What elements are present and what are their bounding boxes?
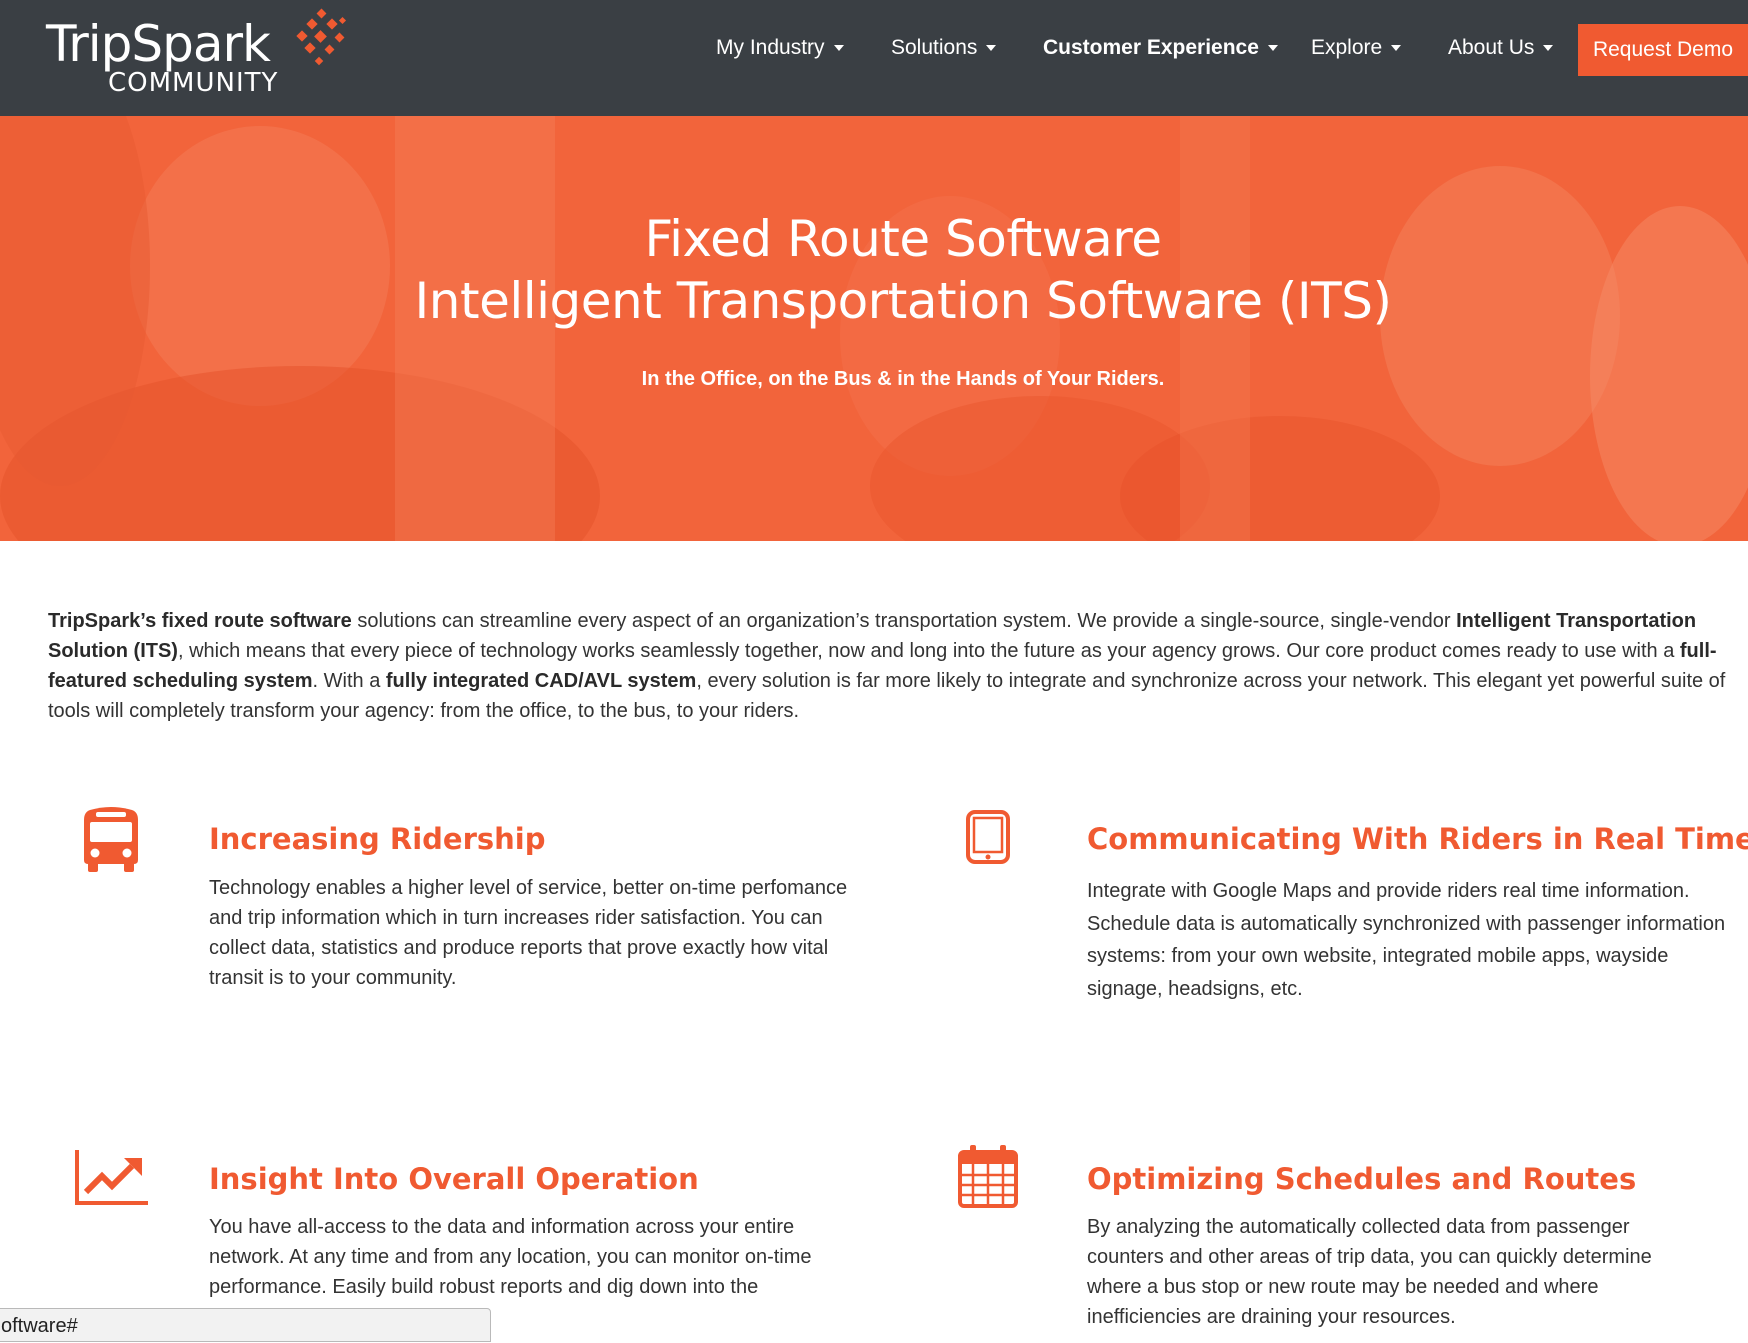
feature-body-communicating-with-riders: Integrate with Google Maps and provide r… bbox=[1087, 880, 1726, 1000]
nav-my-industry[interactable]: My Industry bbox=[716, 36, 844, 60]
feature-title-increasing-ridership: Increasing Ridership bbox=[209, 822, 546, 856]
logo-subtitle: COMMUNITY bbox=[108, 68, 279, 98]
top-navigation-bar: TripSpark COMMUNITY My Industry Solution… bbox=[0, 0, 1748, 116]
nav-solutions[interactable]: Solutions bbox=[891, 36, 997, 60]
hero-banner: Fixed Route Software Intelligent Transpo… bbox=[0, 116, 1748, 541]
caret-down-icon bbox=[833, 45, 844, 52]
nav-customer-experience-label: Customer Experience bbox=[1043, 36, 1259, 59]
link-status-bar: oftware# bbox=[0, 1308, 491, 1342]
intro-text-3: . With a bbox=[312, 670, 386, 692]
nav-solutions-label: Solutions bbox=[891, 36, 978, 59]
intro-bold-1: TripSpark’s fixed route software bbox=[48, 610, 352, 632]
spark-logo-icon bbox=[296, 8, 347, 66]
calendar-icon bbox=[958, 1145, 1018, 1208]
feature-title-insight-into-operation: Insight Into Overall Operation bbox=[209, 1162, 699, 1196]
tripspark-logo[interactable]: TripSpark COMMUNITY bbox=[46, 8, 347, 100]
logo-wordmark: TripSpark bbox=[46, 15, 271, 73]
hero-subtitle: In the Office, on the Bus & in the Hands… bbox=[641, 368, 1165, 390]
nav-my-industry-label: My Industry bbox=[716, 36, 825, 59]
caret-down-icon bbox=[1391, 45, 1402, 52]
intro-text-1: solutions can streamline every aspect of… bbox=[351, 610, 1457, 632]
feature-title-optimizing-schedules: Optimizing Schedules and Routes bbox=[1087, 1162, 1637, 1196]
bus-icon bbox=[84, 807, 138, 872]
intro-paragraph: TripSpark’s fixed route software solutio… bbox=[48, 606, 1738, 726]
feature-body-insight-into-operation: You have all-access to the data and info… bbox=[209, 1216, 812, 1298]
hero-title-line2: Intelligent Transportation Software (ITS… bbox=[414, 272, 1392, 330]
caret-down-icon bbox=[1267, 45, 1278, 52]
intro-bold-4: fully integrated CAD/AVL system bbox=[385, 670, 697, 692]
tablet-icon bbox=[966, 810, 1010, 864]
nav-customer-experience[interactable]: Customer Experience bbox=[1043, 36, 1278, 60]
feature-body-optimizing-schedules: By analyzing the automatically collected… bbox=[1087, 1216, 1652, 1328]
intro-text-2: , which means that every piece of techno… bbox=[177, 640, 1680, 662]
hero-title-line1: Fixed Route Software bbox=[644, 210, 1162, 268]
nav-explore-label: Explore bbox=[1311, 36, 1383, 59]
caret-down-icon bbox=[1543, 45, 1554, 52]
line-chart-icon bbox=[75, 1150, 148, 1205]
nav-explore[interactable]: Explore bbox=[1311, 36, 1402, 60]
feature-title-communicating-with-riders: Communicating With Riders in Real Time bbox=[1087, 822, 1748, 856]
feature-body-increasing-ridership: Technology enables a higher level of ser… bbox=[209, 877, 848, 989]
nav-about-us-label: About Us bbox=[1448, 36, 1535, 59]
request-demo-button[interactable]: Request Demo bbox=[1578, 24, 1748, 76]
nav-about-us[interactable]: About Us bbox=[1448, 36, 1554, 60]
caret-down-icon bbox=[986, 45, 997, 52]
